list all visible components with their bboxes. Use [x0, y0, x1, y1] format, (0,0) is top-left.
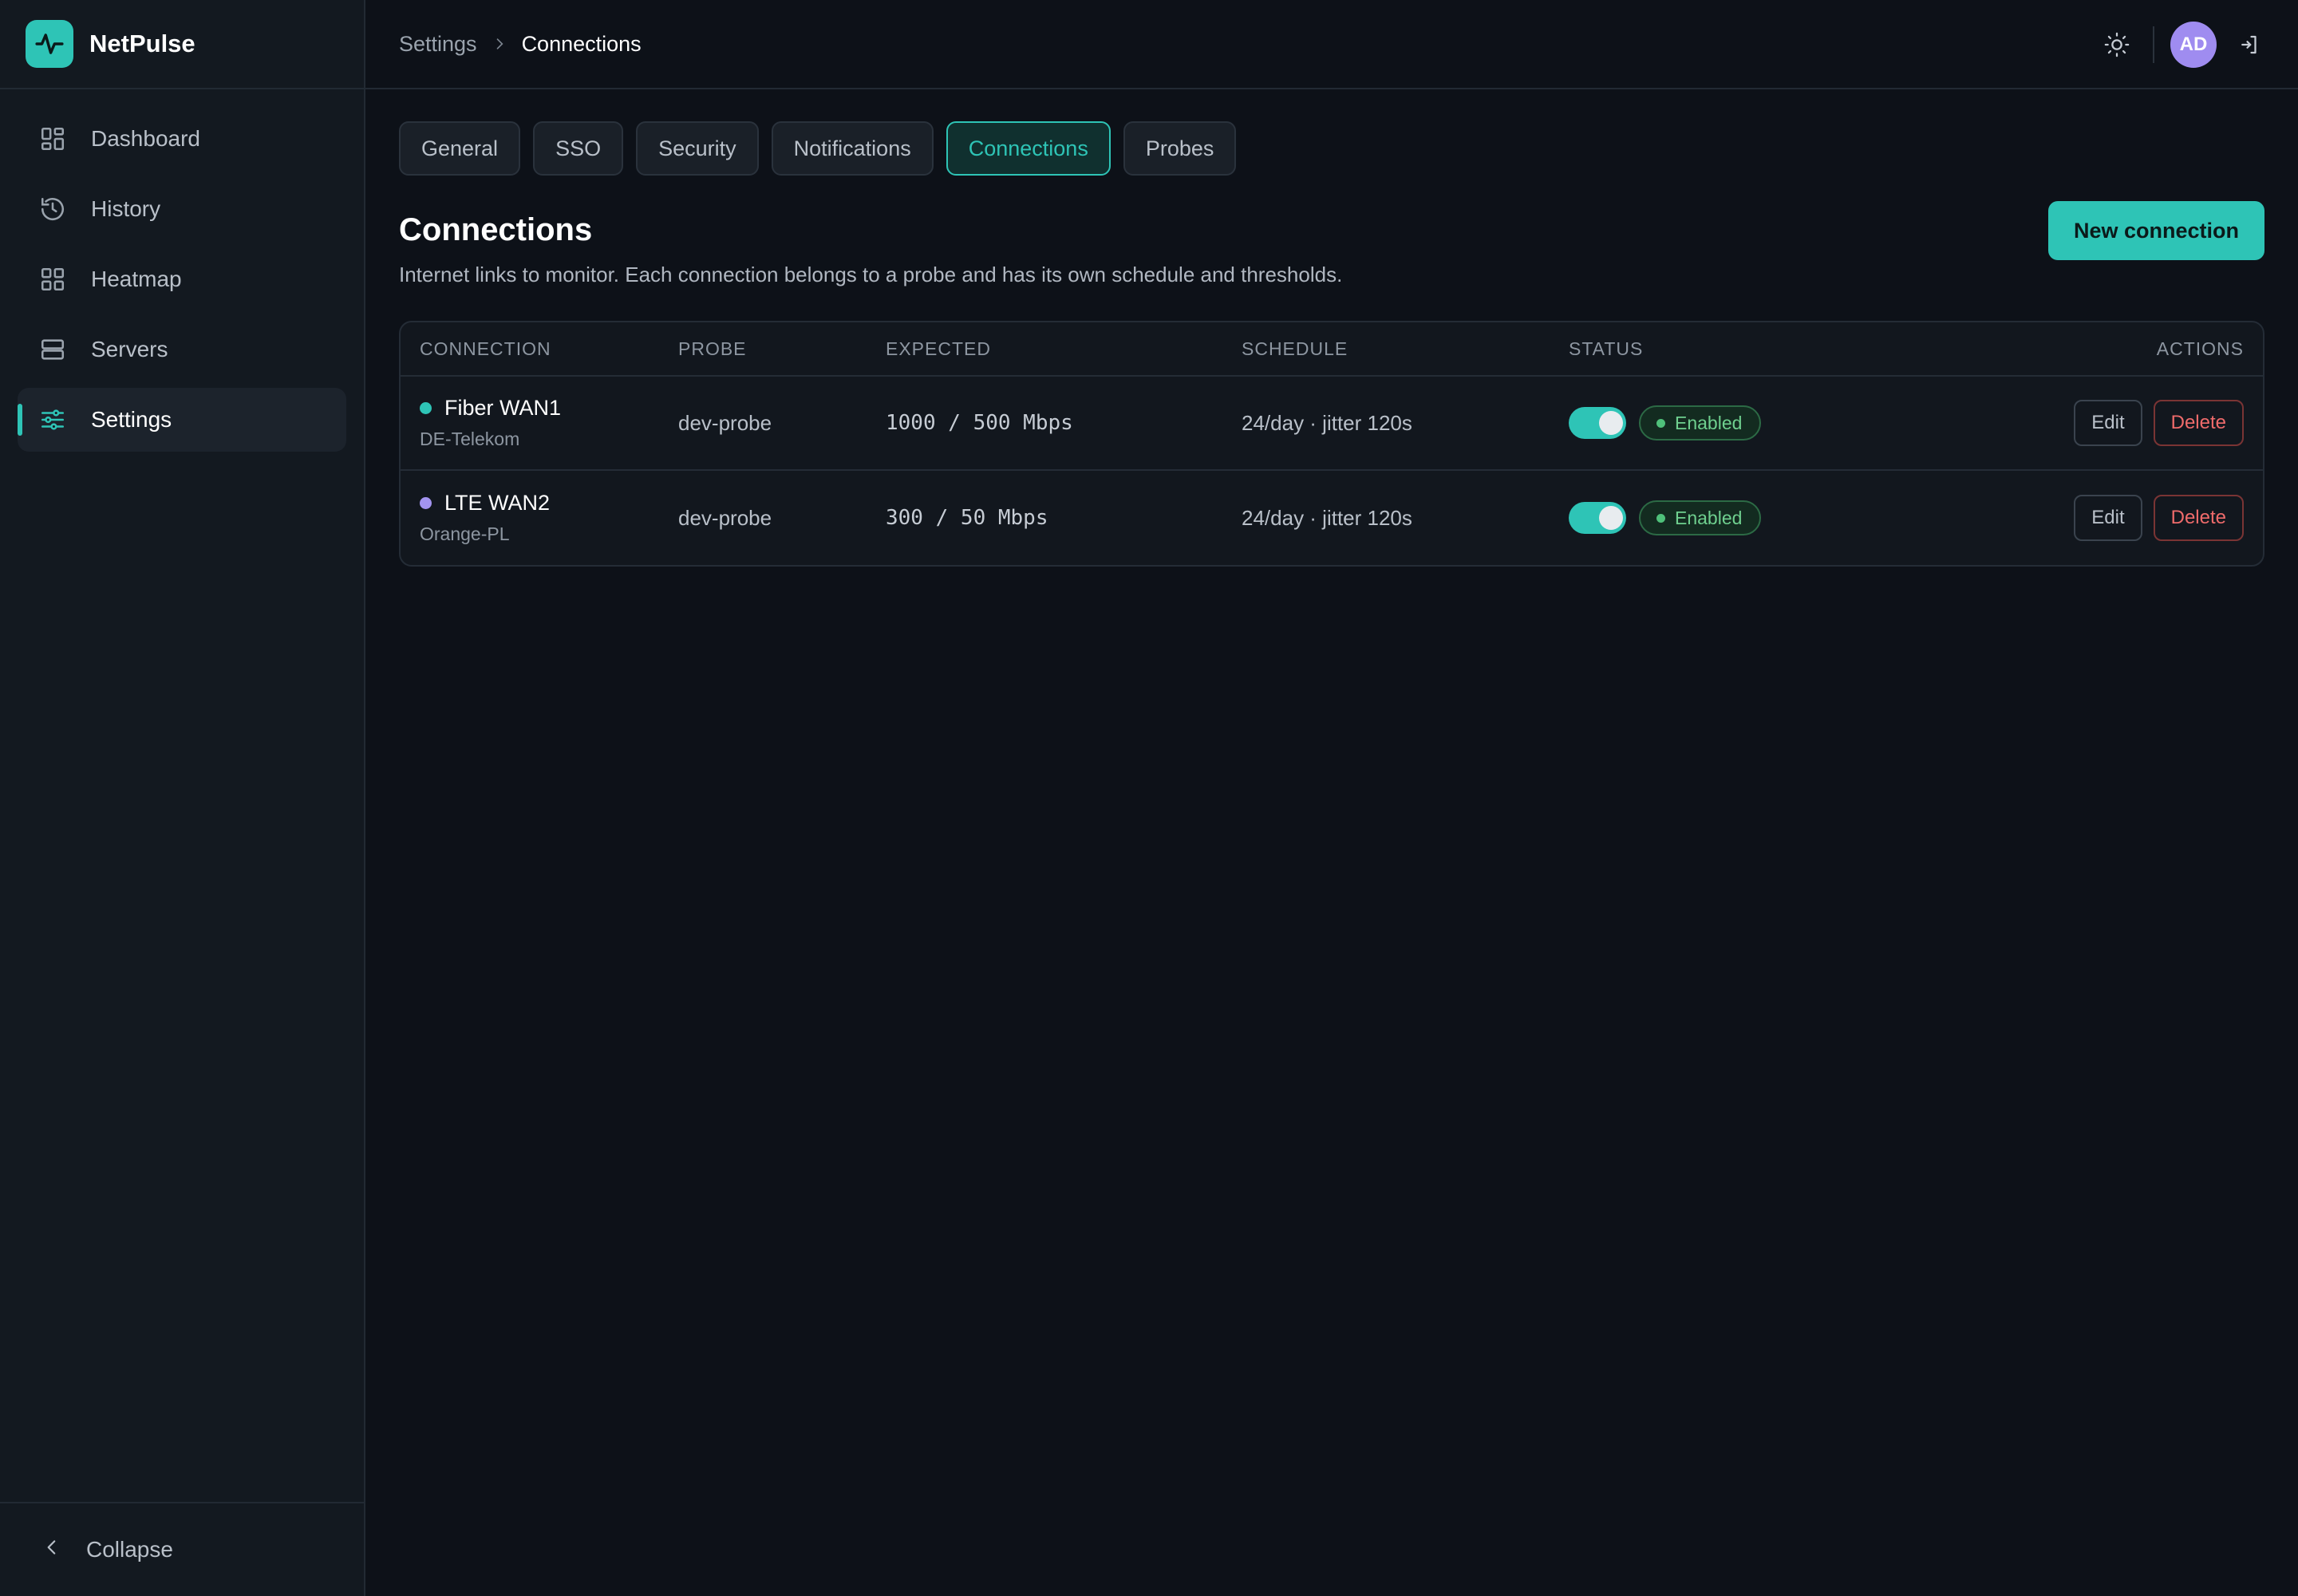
sidebar-item-dashboard[interactable]: Dashboard — [18, 107, 346, 171]
connection-color-dot — [420, 402, 432, 414]
breadcrumb-current: Connections — [521, 31, 642, 56]
schedule-cell: 24/day · jitter 120s — [1242, 410, 1412, 435]
dashboard-icon — [38, 124, 67, 153]
tab-connections[interactable]: Connections — [946, 121, 1111, 176]
probe-cell: dev-probe — [678, 410, 772, 435]
toggle-knob — [1599, 411, 1623, 435]
connection-name: LTE WAN2 — [420, 491, 678, 516]
settings-sliders-icon — [38, 405, 67, 434]
brand[interactable]: NetPulse — [0, 0, 364, 89]
edit-button[interactable]: Edit — [2074, 495, 2142, 541]
probe-cell: dev-probe — [678, 505, 772, 530]
status-badge: Enabled — [1639, 500, 1762, 535]
divider — [2153, 26, 2154, 63]
toggle-knob — [1599, 506, 1623, 530]
page-header: Connections Internet links to monitor. E… — [399, 201, 2264, 300]
chevron-left-icon — [41, 1537, 62, 1563]
status-dot — [1656, 513, 1665, 523]
column-header: SCHEDULE — [1242, 338, 1348, 359]
servers-icon — [38, 335, 67, 364]
sidebar: NetPulse Dashboard History Heatmap Serve… — [0, 0, 365, 1596]
sidebar-item-servers[interactable]: Servers — [18, 318, 346, 381]
expected-cell: 1000 / 500 Mbps — [886, 411, 1073, 435]
sidebar-item-heatmap[interactable]: Heatmap — [18, 247, 346, 311]
sidebar-nav: Dashboard History Heatmap Servers Settin… — [0, 89, 364, 452]
table-row: Fiber WAN1 DE-Telekom dev-probe 1000 / 5… — [401, 377, 2263, 471]
collapse-label: Collapse — [86, 1537, 173, 1562]
enabled-toggle[interactable] — [1569, 502, 1626, 534]
schedule-cell: 24/day · jitter 120s — [1242, 505, 1412, 530]
table-header: CONNECTION PROBE EXPECTED SCHEDULE STATU… — [401, 322, 2263, 377]
page-title: Connections — [399, 212, 593, 247]
column-header: PROBE — [678, 338, 747, 359]
connection-isp: Orange-PL — [420, 523, 510, 544]
connections-table: CONNECTION PROBE EXPECTED SCHEDULE STATU… — [399, 321, 2264, 567]
tab-sso[interactable]: SSO — [533, 121, 624, 176]
expected-cell: 300 / 50 Mbps — [886, 506, 1048, 530]
column-header: CONNECTION — [420, 338, 551, 359]
connection-cell: Fiber WAN1 DE-Telekom — [401, 396, 678, 450]
connection-cell: LTE WAN2 Orange-PL — [401, 491, 678, 545]
actions-cell: Edit Delete — [1888, 495, 2263, 541]
sidebar-item-history[interactable]: History — [18, 177, 346, 241]
connection-name-text: Fiber WAN1 — [444, 396, 562, 420]
avatar[interactable]: AD — [2170, 22, 2217, 68]
page-subtitle: Internet links to monitor. Each connecti… — [399, 263, 1343, 286]
main-content: General SSO Security Notifications Conne… — [399, 89, 2264, 567]
pulse-logo-icon — [26, 20, 73, 68]
column-header: EXPECTED — [886, 338, 991, 359]
heatmap-icon — [38, 265, 67, 294]
connection-name-text: LTE WAN2 — [444, 491, 551, 515]
status-cell: Enabled — [1569, 405, 1888, 440]
column-header: ACTIONS — [2156, 338, 2244, 359]
topbar: Settings Connections AD — [365, 0, 2298, 89]
column-header: STATUS — [1569, 338, 1644, 359]
connection-color-dot — [420, 497, 432, 509]
status-cell: Enabled — [1569, 500, 1888, 535]
status-badge-label: Enabled — [1675, 412, 1743, 433]
app-name: NetPulse — [89, 30, 195, 57]
connection-isp: DE-Telekom — [420, 429, 520, 449]
edit-button[interactable]: Edit — [2074, 400, 2142, 446]
delete-button[interactable]: Delete — [2153, 495, 2244, 541]
table-row: LTE WAN2 Orange-PL dev-probe 300 / 50 Mb… — [401, 471, 2263, 565]
status-badge-label: Enabled — [1675, 507, 1743, 528]
topbar-actions: AD — [2099, 0, 2268, 89]
tab-probes[interactable]: Probes — [1123, 121, 1237, 176]
status-dot — [1656, 418, 1665, 428]
collapse-button[interactable]: Collapse — [0, 1502, 364, 1596]
sun-icon[interactable] — [2099, 26, 2135, 63]
sidebar-item-settings[interactable]: Settings — [18, 388, 346, 452]
delete-button[interactable]: Delete — [2153, 400, 2244, 446]
actions-cell: Edit Delete — [1888, 400, 2263, 446]
history-icon — [38, 195, 67, 223]
sidebar-item-label: Servers — [91, 337, 168, 361]
tab-security[interactable]: Security — [636, 121, 759, 176]
status-badge: Enabled — [1639, 405, 1762, 440]
breadcrumb: Settings Connections — [399, 32, 642, 57]
connection-name: Fiber WAN1 — [420, 396, 678, 421]
tab-notifications[interactable]: Notifications — [771, 121, 934, 176]
sidebar-item-label: Settings — [91, 407, 172, 432]
new-connection-button[interactable]: New connection — [2047, 201, 2264, 260]
sidebar-item-label: Heatmap — [91, 267, 182, 291]
breadcrumb-parent[interactable]: Settings — [399, 32, 477, 57]
enabled-toggle[interactable] — [1569, 407, 1626, 439]
sidebar-item-label: Dashboard — [91, 126, 200, 151]
tab-general[interactable]: General — [399, 121, 521, 176]
chevron-right-icon — [492, 36, 507, 52]
sidebar-item-label: History — [91, 196, 161, 221]
logout-icon[interactable] — [2231, 26, 2268, 63]
settings-tabs: General SSO Security Notifications Conne… — [399, 121, 2264, 176]
